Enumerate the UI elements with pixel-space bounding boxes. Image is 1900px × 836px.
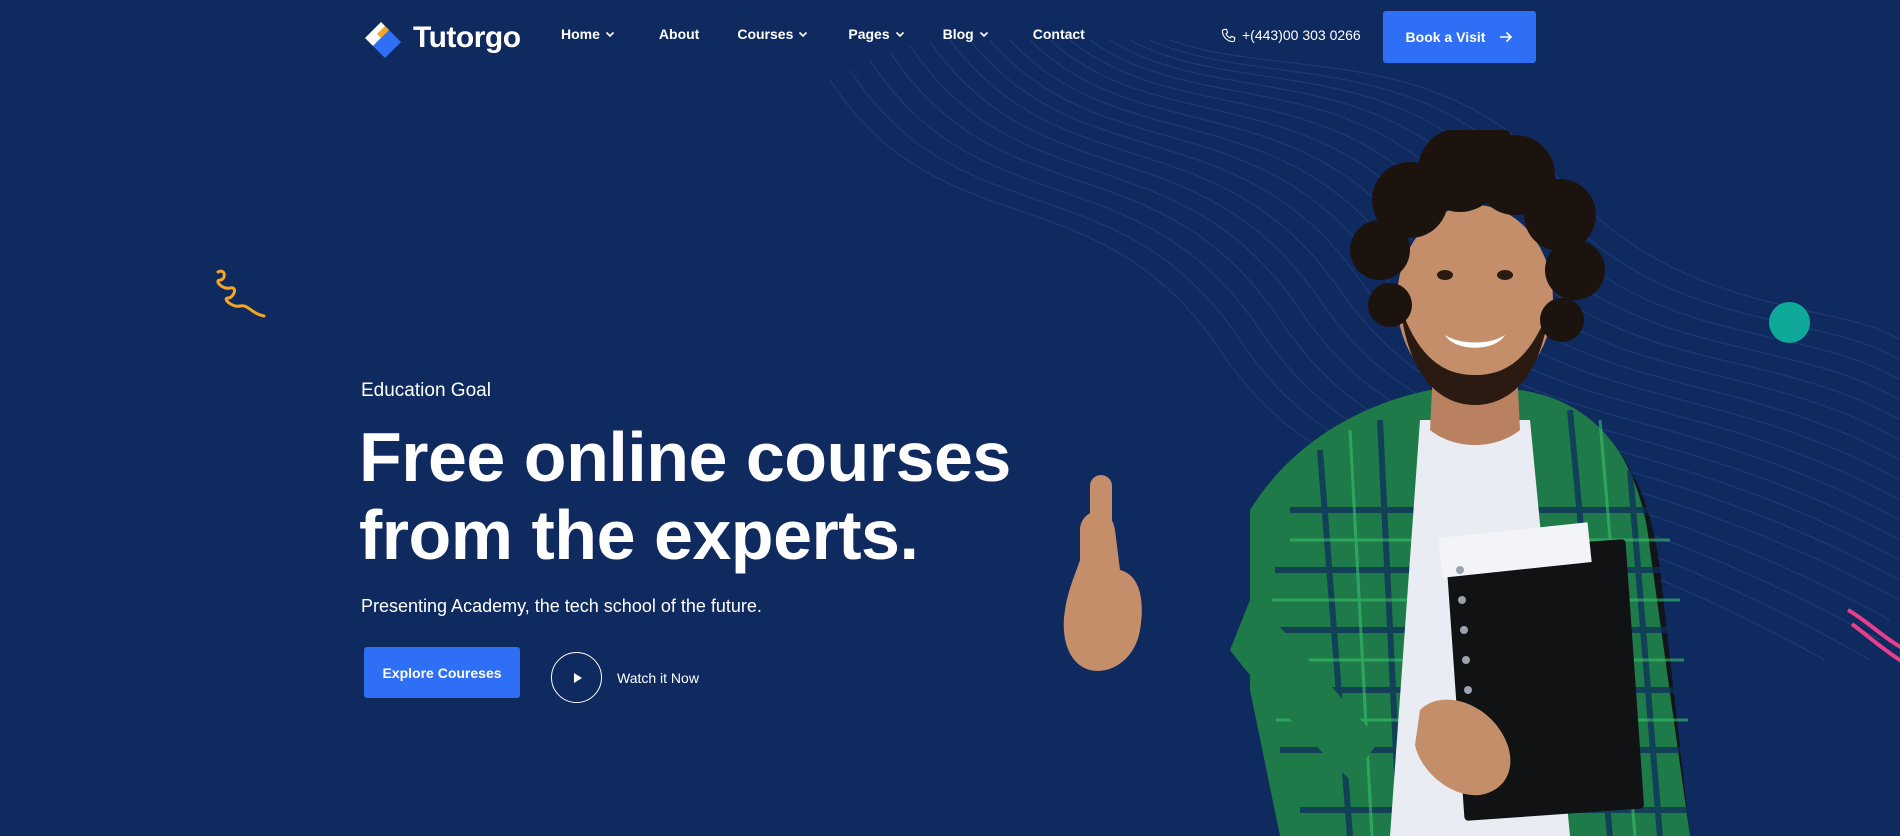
- play-button[interactable]: [551, 652, 602, 703]
- nav-label: About: [658, 26, 700, 42]
- nav-item-pages[interactable]: Pages: [848, 26, 904, 42]
- watch-video-link[interactable]: Watch it Now: [551, 652, 699, 703]
- explore-courses-button[interactable]: Explore Coureses: [364, 647, 520, 698]
- squiggle-decoration: [216, 269, 266, 318]
- hero-headline-line-2: from the experts.: [359, 496, 919, 574]
- nav-item-blog[interactable]: Blog: [943, 26, 989, 42]
- chevron-down-icon: [605, 31, 614, 38]
- hero-student-image: [1063, 130, 1690, 836]
- logo[interactable]: Tutorgo: [361, 18, 521, 58]
- pink-stroke-decoration: [1847, 608, 1900, 663]
- main-nav: Home About Courses Pages Blog Contact: [561, 26, 1085, 42]
- logo-icon: [365, 22, 401, 58]
- landing-page: Tutorgo Home About Courses Pages Blog Co…: [0, 0, 1900, 836]
- hero-headline: Free online courses from the experts.: [359, 418, 1059, 574]
- logo-text: Tutorgo: [413, 21, 521, 54]
- arrow-right-icon: [1500, 31, 1513, 43]
- hero-eyebrow: Education Goal: [361, 380, 491, 401]
- nav-label: Pages: [848, 26, 890, 42]
- nav-item-about[interactable]: About: [659, 26, 699, 42]
- chevron-down-icon: [799, 31, 808, 38]
- nav-label: Blog: [942, 26, 974, 42]
- phone-number: +(443)00 303 0266: [1242, 27, 1361, 43]
- chevron-down-icon: [895, 31, 904, 38]
- chevron-down-icon: [979, 31, 988, 38]
- hero-headline-line-1: Free online courses: [359, 418, 1011, 496]
- nav-item-home[interactable]: Home: [561, 26, 615, 42]
- phone-link[interactable]: +(443)00 303 0266: [1221, 27, 1361, 43]
- phone-icon: [1221, 28, 1236, 42]
- book-visit-label: Book a Visit: [1405, 29, 1486, 45]
- nav-label: Contact: [1032, 26, 1085, 42]
- teal-dot-decoration: [1769, 302, 1810, 343]
- site-header: Tutorgo Home About Courses Pages Blog Co…: [0, 0, 1900, 74]
- book-visit-button[interactable]: Book a Visit: [1383, 11, 1536, 63]
- nav-label: Home: [561, 26, 600, 42]
- play-icon: [573, 672, 582, 683]
- hero-subline: Presenting Academy, the tech school of t…: [361, 596, 762, 616]
- watch-label: Watch it Now: [617, 669, 699, 686]
- nav-item-courses[interactable]: Courses: [737, 26, 808, 42]
- nav-item-contact[interactable]: Contact: [1033, 26, 1085, 42]
- nav-label: Courses: [737, 26, 794, 42]
